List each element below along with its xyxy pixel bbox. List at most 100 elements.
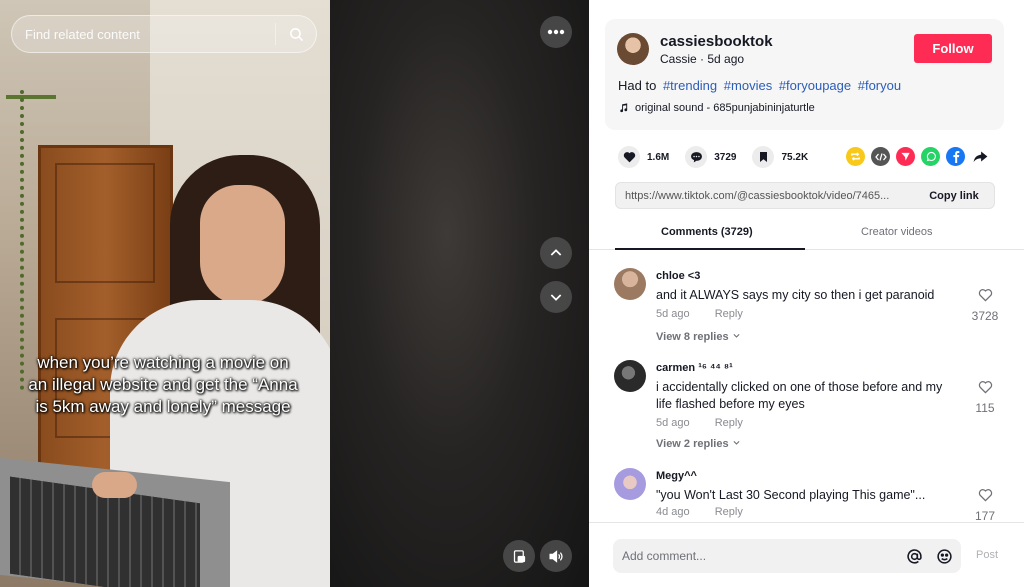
music-note-icon bbox=[620, 103, 628, 113]
comment-icon bbox=[685, 146, 708, 168]
comment-like-button[interactable]: 115 bbox=[968, 380, 1002, 415]
chevron-down-icon bbox=[550, 294, 562, 301]
video-scene-face bbox=[200, 185, 285, 305]
reply-button[interactable]: Reply bbox=[715, 506, 743, 518]
comment-meta: 5d ago Reply bbox=[656, 417, 743, 429]
comment-time: 5d ago bbox=[656, 308, 690, 320]
post-time: 5d ago bbox=[707, 52, 745, 66]
reply-button[interactable]: Reply bbox=[715, 417, 743, 429]
search-button[interactable] bbox=[276, 16, 316, 52]
heart-outline-icon bbox=[978, 489, 992, 502]
commenter-avatar[interactable] bbox=[614, 268, 646, 300]
comment-meta: 4d ago Reply bbox=[656, 506, 743, 518]
creator-username[interactable]: cassiesbooktok bbox=[660, 33, 773, 50]
search-bar bbox=[11, 15, 317, 53]
more-options-button[interactable] bbox=[540, 16, 572, 48]
heart-outline-icon bbox=[978, 381, 992, 394]
repost-icon[interactable] bbox=[846, 147, 865, 166]
details-panel: cassiesbooktok Cassie · 5d ago Follow Ha… bbox=[589, 0, 1024, 587]
emoji-icon bbox=[936, 548, 952, 564]
hashtag-link[interactable]: #movies bbox=[724, 78, 772, 93]
facebook-icon[interactable] bbox=[946, 147, 965, 166]
comment-like-count: 177 bbox=[974, 509, 996, 523]
tab-comments[interactable]: Comments (3729) bbox=[661, 226, 753, 238]
post-info-card: cassiesbooktok Cassie · 5d ago Follow Ha… bbox=[605, 19, 1004, 130]
next-video-button[interactable] bbox=[540, 281, 572, 313]
reply-button[interactable]: Reply bbox=[715, 308, 743, 320]
comment-tabs: Comments (3729) Creator videos bbox=[589, 218, 1024, 250]
emoji-button[interactable] bbox=[931, 543, 957, 569]
video-player[interactable]: when you’re watching a movie on an illeg… bbox=[0, 0, 589, 587]
hashtag-link[interactable]: #foryoupage bbox=[779, 78, 851, 93]
comment-meta: 5d ago Reply bbox=[656, 308, 743, 320]
post-button[interactable]: Post bbox=[976, 549, 998, 561]
bookmark-icon bbox=[752, 146, 775, 168]
comment-composer: Post bbox=[589, 522, 1024, 587]
door-panel bbox=[55, 163, 155, 283]
video-frame[interactable]: when you’re watching a movie on an illeg… bbox=[0, 0, 330, 587]
volume-button[interactable] bbox=[540, 540, 572, 572]
save-button[interactable]: 75.2K bbox=[752, 146, 808, 168]
like-button[interactable]: 1.6M bbox=[618, 146, 669, 168]
sound-link[interactable]: original sound - 685punjabininjaturtle bbox=[618, 102, 815, 114]
commenter-avatar[interactable] bbox=[614, 468, 646, 500]
hashtag-link[interactable]: #foryou bbox=[858, 78, 901, 93]
volume-icon bbox=[548, 549, 563, 563]
comment-button[interactable]: 3729 bbox=[685, 146, 736, 168]
floating-player-button[interactable] bbox=[503, 540, 535, 572]
video-caption: when you’re watching a movie on an illeg… bbox=[28, 353, 298, 416]
share-options bbox=[846, 147, 990, 166]
at-sign-icon bbox=[906, 548, 922, 564]
creator-display-name: Cassie bbox=[660, 52, 697, 66]
commenter-name[interactable]: chloe <3 bbox=[656, 270, 700, 282]
video-scene-hand bbox=[92, 472, 137, 498]
view-replies-label: View 2 replies bbox=[656, 438, 729, 450]
sound-name: original sound - 685punjabininjaturtle bbox=[635, 102, 815, 114]
comment-text: "you Won't Last 30 Second playing This g… bbox=[656, 488, 926, 502]
view-replies-button[interactable]: View 2 replies bbox=[656, 438, 741, 450]
comment-time: 5d ago bbox=[656, 417, 690, 429]
like-count: 1.6M bbox=[647, 151, 670, 163]
copy-link-button[interactable]: Copy link bbox=[914, 190, 994, 202]
heart-icon bbox=[618, 146, 640, 168]
whatsapp-icon[interactable] bbox=[921, 147, 940, 166]
send-icon[interactable] bbox=[896, 147, 915, 166]
post-description: Had to #trending #movies #foryoupage #fo… bbox=[618, 78, 901, 93]
view-replies-button[interactable]: View 8 replies bbox=[656, 331, 741, 343]
active-tab-indicator bbox=[615, 248, 805, 250]
hashtag-link[interactable]: #trending bbox=[663, 78, 717, 93]
subline-separator: · bbox=[696, 52, 708, 66]
comment-text: i accidentally clicked on one of those b… bbox=[656, 380, 943, 411]
more-icon bbox=[547, 29, 565, 35]
comment-like-button[interactable]: 177 bbox=[968, 488, 1002, 523]
forward-icon[interactable] bbox=[971, 147, 990, 166]
comment-like-count: 115 bbox=[975, 401, 995, 415]
embed-icon[interactable] bbox=[871, 147, 890, 166]
tab-creator-videos[interactable]: Creator videos bbox=[861, 226, 933, 238]
commenter-name[interactable]: carmen ¹⁶ ⁴⁴ ⁸¹ bbox=[656, 362, 733, 374]
comment-like-button[interactable]: 3728 bbox=[968, 288, 1002, 323]
follow-button[interactable]: Follow bbox=[914, 34, 992, 63]
previous-video-button[interactable] bbox=[540, 237, 572, 269]
comment-count: 3729 bbox=[714, 151, 737, 163]
comment-time: 4d ago bbox=[656, 506, 690, 518]
commenter-avatar[interactable] bbox=[614, 360, 646, 392]
commenter-name[interactable]: Megy^^ bbox=[656, 470, 697, 482]
action-bar: 1.6M 3729 75.2K bbox=[618, 146, 824, 168]
share-link-url[interactable]: https://www.tiktok.com/@cassiesbooktok/v… bbox=[616, 190, 914, 202]
chevron-down-icon bbox=[733, 440, 740, 445]
comment-box bbox=[613, 539, 961, 573]
chevron-up-icon bbox=[550, 249, 562, 256]
mention-button[interactable] bbox=[901, 543, 927, 569]
search-icon bbox=[289, 27, 303, 41]
creator-avatar[interactable] bbox=[617, 33, 649, 65]
heart-outline-icon bbox=[978, 289, 992, 302]
save-count: 75.2K bbox=[781, 151, 809, 163]
view-replies-label: View 8 replies bbox=[656, 331, 729, 343]
creator-subline: Cassie · 5d ago bbox=[660, 52, 744, 66]
pip-icon bbox=[513, 549, 525, 563]
share-link-box: https://www.tiktok.com/@cassiesbooktok/v… bbox=[615, 182, 995, 209]
comment-input[interactable] bbox=[613, 549, 901, 563]
description-text: Had to bbox=[618, 78, 657, 93]
search-input[interactable] bbox=[12, 16, 275, 52]
